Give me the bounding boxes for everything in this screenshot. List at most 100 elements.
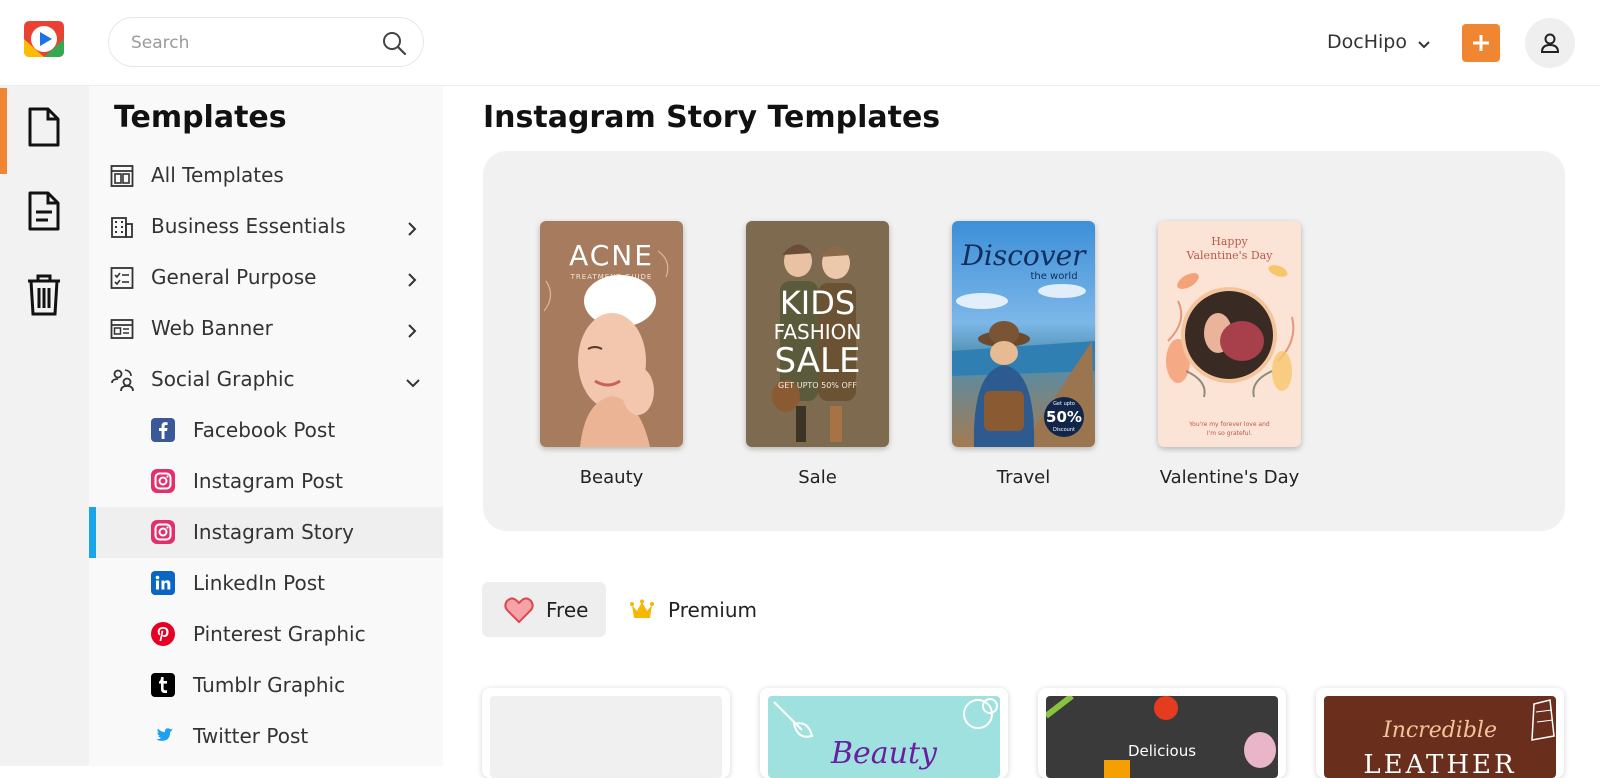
search-box[interactable] (108, 17, 424, 67)
sidebar-item-label: General Purpose (151, 265, 317, 289)
template-card-valentines-day[interactable]: Happy Valentine's Day You're my forever … (1158, 221, 1301, 488)
workspace-dropdown[interactable]: DocHipo (1327, 28, 1431, 56)
sidebar-subitem-label: Pinterest Graphic (193, 622, 366, 646)
template-card-travel[interactable]: Discover the world Get upto 50% Discount… (952, 221, 1095, 488)
grid-card-text: Delicious (1127, 742, 1197, 760)
template-thumbnail[interactable]: Discover the world Get upto 50% Discount (952, 221, 1095, 447)
file-text-icon (28, 191, 60, 231)
layout-icon (109, 163, 135, 189)
sidebar-subitem-instagram-story[interactable]: Instagram Story (89, 507, 443, 558)
template-card-beauty[interactable]: ACNE TREATMENT GUIDE Beauty (540, 221, 683, 488)
sidebar-title: Templates (114, 100, 287, 135)
chevron-down-icon (1417, 35, 1431, 49)
avatar[interactable] (1525, 18, 1575, 68)
thumb-badge-bottom: Discount (1053, 427, 1075, 433)
sidebar-subitem-label: Facebook Post (193, 418, 336, 442)
rail-trash[interactable] (22, 270, 66, 320)
sidebar-subitem-label: Instagram Post (193, 469, 343, 493)
filter-label: Premium (668, 597, 757, 622)
dochipo-logo-icon[interactable] (22, 17, 66, 61)
facebook-icon (151, 418, 175, 442)
social-icon (109, 367, 135, 393)
sidebar-item-social-graphic[interactable]: Social Graphic (89, 354, 443, 405)
page-title: Instagram Story Templates (483, 100, 941, 135)
template-caption: Sale (798, 467, 837, 488)
thumb-badge-top: Get upto (1053, 401, 1075, 407)
search-input[interactable] (131, 31, 371, 55)
search-icon[interactable] (381, 30, 407, 56)
plus-icon (1473, 35, 1489, 51)
filter-premium-button[interactable]: Premium (630, 582, 757, 637)
sidebar-subitem-linkedin-post[interactable]: LinkedIn Post (89, 558, 443, 609)
crown-icon (630, 599, 654, 621)
thumb-subtitle-2: I'm so grateful. (1206, 430, 1253, 437)
sidebar-subitem-instagram-post[interactable]: Instagram Post (89, 456, 443, 507)
sidebar-item-business-essentials[interactable]: Business Essentials (89, 201, 443, 252)
sidebar-subitem-label: Twitter Post (193, 724, 309, 748)
sidebar-subitem-tumblr-graphic[interactable]: Tumblr Graphic (89, 660, 443, 711)
thumb-subtitle: GET UPTO 50% OFF (778, 381, 857, 390)
trash-icon (28, 274, 60, 316)
template-card-sale[interactable]: KIDS FASHION SALE GET UPTO 50% OFF Sale (746, 221, 889, 488)
sidebar-item-label: All Templates (151, 163, 284, 187)
filter-free-button[interactable]: Free (482, 582, 606, 637)
rail-templates[interactable] (22, 102, 66, 152)
thumb-subtitle: You're my forever love and (1189, 421, 1270, 428)
sidebar-item-general-purpose[interactable]: General Purpose (89, 252, 443, 303)
sidebar-subitem-twitter-post[interactable]: Twitter Post (89, 711, 443, 762)
rail-active-indicator (0, 88, 7, 174)
chevron-right-icon (405, 218, 419, 236)
template-thumbnail[interactable]: Happy Valentine's Day You're my forever … (1158, 221, 1301, 447)
chevron-right-icon (405, 320, 419, 338)
document-icon (28, 107, 60, 147)
tumblr-icon (151, 673, 175, 697)
filter-label: Free (546, 597, 589, 622)
sidebar-item-label: Social Graphic (151, 367, 295, 391)
instagram-icon (151, 469, 175, 493)
sidebar-subitem-facebook-post[interactable]: Facebook Post (89, 405, 443, 456)
icon-rail (0, 86, 89, 766)
banner-icon (109, 316, 135, 342)
template-caption: Travel (996, 467, 1051, 488)
user-icon (1540, 33, 1560, 53)
thumb-title: KIDS (779, 284, 856, 322)
pinterest-icon (151, 622, 175, 646)
thumb-badge: 50% (1046, 408, 1082, 426)
template-grid-card[interactable]: Incredible LEATHER (1316, 688, 1564, 778)
building-icon (109, 214, 135, 240)
template-caption: Beauty (579, 467, 644, 488)
chevron-down-icon (405, 371, 420, 388)
thumb-subtitle: the world (1030, 271, 1078, 282)
template-grid-card[interactable] (482, 688, 730, 778)
sidebar-subitem-label: Instagram Story (193, 520, 354, 544)
template-caption: Valentine's Day (1159, 467, 1300, 488)
instagram-icon (151, 520, 175, 544)
grid-card-text: Incredible (1383, 718, 1497, 743)
grid-card-text-2: LEATHER (1363, 750, 1517, 778)
sidebar-subitem-pinterest-graphic[interactable]: Pinterest Graphic (89, 609, 443, 660)
thumb-title: Discover (961, 239, 1086, 272)
template-thumbnail[interactable]: ACNE TREATMENT GUIDE (540, 221, 683, 447)
rail-documents[interactable] (22, 186, 66, 236)
sidebar-item-web-banner[interactable]: Web Banner (89, 303, 443, 354)
template-thumbnail[interactable]: KIDS FASHION SALE GET UPTO 50% OFF (746, 221, 889, 447)
chevron-right-icon (405, 269, 419, 287)
heart-icon (504, 596, 534, 624)
top-header: DocHipo (0, 0, 1600, 86)
linkedin-icon (151, 571, 175, 595)
add-button[interactable] (1462, 24, 1500, 62)
woman-face-illustration (543, 250, 669, 447)
template-grid-card[interactable]: Beauty (760, 688, 1008, 778)
sidebar-item-label: Web Banner (151, 316, 273, 340)
sidebar-item-label: Business Essentials (151, 214, 346, 238)
sidebar-subitem-label: Tumblr Graphic (193, 673, 346, 697)
templates-sidebar: Templates All Templates Business Essenti… (89, 86, 443, 766)
template-grid-card[interactable]: Delicious (1038, 688, 1286, 778)
sidebar-item-all-templates[interactable]: All Templates (89, 150, 443, 201)
sidebar-subitem-label: LinkedIn Post (193, 571, 326, 595)
thumb-line-2: Valentine's Day (1186, 249, 1273, 262)
featured-templates-panel: ACNE TREATMENT GUIDE Beauty KIDS FASHION… (483, 151, 1565, 531)
thumb-title: Happy (1211, 235, 1248, 248)
twitter-icon (151, 724, 175, 748)
workspace-name: DocHipo (1327, 31, 1407, 53)
